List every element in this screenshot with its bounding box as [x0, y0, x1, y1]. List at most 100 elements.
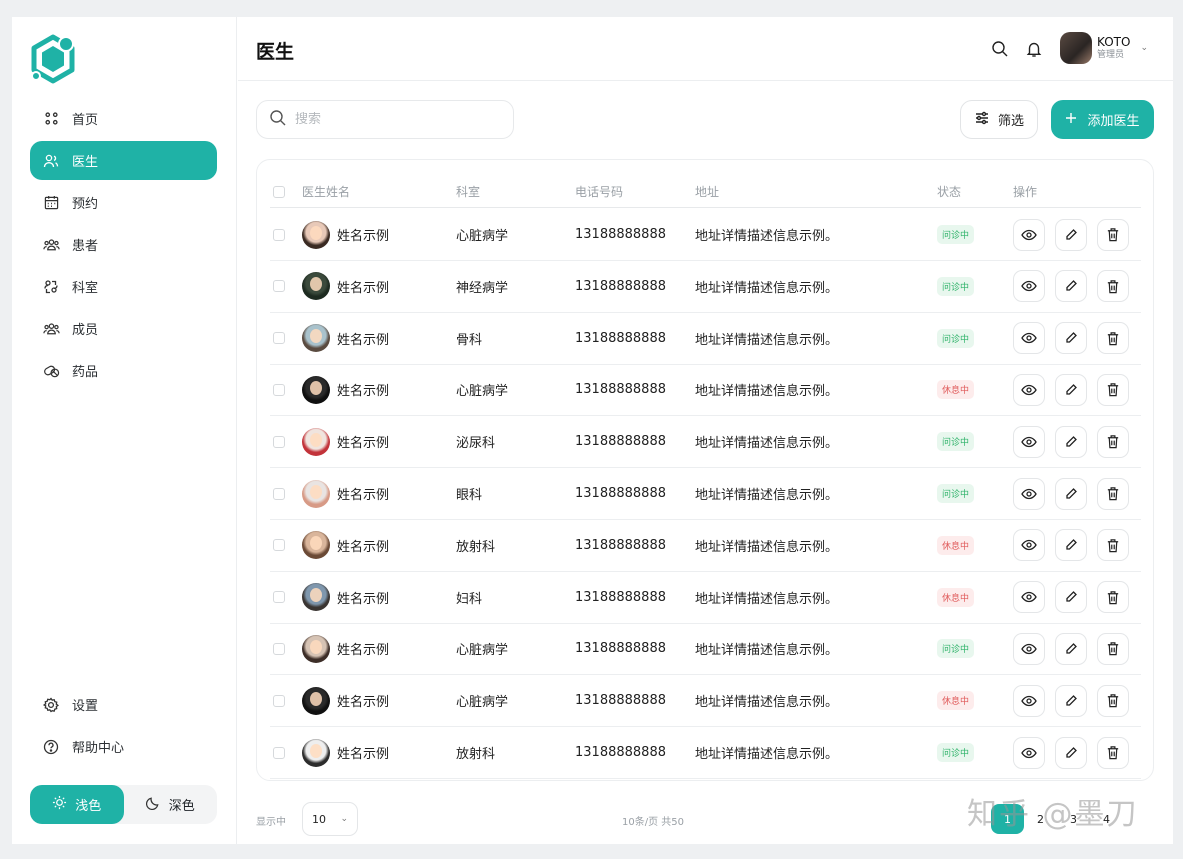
delete-button[interactable] — [1097, 529, 1129, 562]
column-header-dept: 科室 — [456, 185, 481, 199]
view-button[interactable] — [1013, 581, 1045, 614]
user-menu[interactable]: KOTO 管理员 ⌄ — [1060, 32, 1148, 64]
column-header-ops: 操作 — [1013, 185, 1038, 199]
edit-button[interactable] — [1055, 425, 1087, 458]
view-button[interactable] — [1013, 477, 1045, 510]
edit-button[interactable] — [1055, 529, 1087, 562]
view-button[interactable] — [1013, 632, 1045, 665]
row-checkbox[interactable] — [273, 746, 285, 759]
table-row[interactable]: 姓名示例 妇科 13188888888 地址详情描述信息示例。 休息中 — [270, 572, 1141, 624]
table-row[interactable]: 姓名示例 眼科 13188888888 地址详情描述信息示例。 问诊中 — [270, 468, 1141, 520]
search-icon — [269, 109, 287, 131]
pill-icon — [30, 363, 72, 379]
doctor-phone: 13188888888 — [575, 330, 666, 346]
doctor-dept: 放射科 — [456, 747, 496, 762]
table-row[interactable]: 姓名示例 心脏病学 13188888888 地址详情描述信息示例。 问诊中 — [270, 623, 1141, 676]
add-doctor-button[interactable]: 添加医生 — [1051, 100, 1154, 139]
search-input[interactable] — [295, 112, 495, 127]
doctor-phone: 13188888888 — [575, 486, 666, 501]
trash-icon — [1106, 693, 1120, 708]
row-checkbox[interactable] — [273, 332, 285, 345]
view-button[interactable] — [1013, 425, 1045, 458]
view-button[interactable] — [1013, 736, 1045, 769]
eye-icon — [1021, 434, 1037, 450]
doctor-name: 姓名示例 — [337, 747, 390, 762]
edit-button[interactable] — [1055, 477, 1087, 510]
theme-dark-button[interactable]: 深色 — [124, 785, 218, 824]
table-row[interactable]: 姓名示例 放射科 13188888888 地址详情描述信息示例。 问诊中 — [270, 727, 1141, 779]
sidebar-item-help[interactable]: 帮助中心 — [30, 727, 217, 766]
view-button[interactable] — [1013, 529, 1045, 562]
delete-button[interactable] — [1097, 684, 1129, 717]
row-checkbox[interactable] — [273, 280, 285, 293]
sidebar-item-settings[interactable]: 设置 — [30, 685, 217, 724]
row-checkbox[interactable] — [273, 642, 285, 655]
table-row[interactable]: 姓名示例 放射科 13188888888 地址详情描述信息示例。 休息中 — [270, 520, 1141, 572]
sidebar-item-5[interactable]: 成员 — [30, 309, 217, 348]
doctor-dept: 骨科 — [456, 332, 483, 348]
table-row[interactable]: 姓名示例 心脏病学 13188888888 地址详情描述信息示例。 休息中 — [270, 364, 1141, 417]
search-icon[interactable] — [990, 39, 1010, 59]
pencil-icon — [1064, 746, 1078, 760]
view-button[interactable] — [1013, 373, 1045, 406]
bell-icon[interactable] — [1024, 39, 1044, 59]
delete-button[interactable] — [1097, 581, 1129, 614]
doctor-address: 地址详情描述信息示例。 — [695, 539, 839, 555]
table-row[interactable]: 姓名示例 神经病学 13188888888 地址详情描述信息示例。 问诊中 — [270, 261, 1141, 313]
doctor-dept: 妇科 — [456, 591, 483, 607]
sidebar-item-4[interactable]: 科室 — [30, 267, 217, 306]
sidebar-item-3[interactable]: 患者 — [30, 225, 217, 264]
sidebar-nav: 首页 医生 预约 患者 科室 成员 药品 — [30, 99, 217, 393]
theme-light-label: 浅色 — [75, 799, 102, 814]
delete-button[interactable] — [1097, 218, 1129, 251]
doctor-address: 地址详情描述信息示例。 — [695, 384, 839, 400]
edit-button[interactable] — [1055, 373, 1087, 406]
table-row[interactable]: 姓名示例 骨科 13188888888 地址详情描述信息示例。 问诊中 — [270, 313, 1141, 365]
page-size-select[interactable]: 10 ⌄ — [302, 802, 358, 836]
row-checkbox[interactable] — [273, 539, 285, 552]
sidebar-item-2[interactable]: 预约 — [30, 183, 217, 222]
user-role: 管理员 — [1097, 50, 1125, 60]
theme-dark-label: 深色 — [168, 799, 195, 814]
doctor-phone: 13188888888 — [575, 537, 666, 553]
table-row[interactable]: 姓名示例 心脏病学 13188888888 地址详情描述信息示例。 休息中 — [270, 675, 1141, 728]
edit-button[interactable] — [1055, 218, 1087, 251]
sidebar-item-1[interactable]: 医生 — [30, 141, 217, 180]
edit-button[interactable] — [1055, 684, 1087, 717]
delete-button[interactable] — [1097, 373, 1129, 406]
filter-button[interactable]: 筛选 — [960, 100, 1038, 139]
select-all-checkbox[interactable] — [273, 185, 285, 198]
delete-button[interactable] — [1097, 477, 1129, 510]
pencil-icon — [1064, 538, 1078, 552]
delete-button[interactable] — [1097, 322, 1129, 355]
row-checkbox[interactable] — [273, 228, 285, 241]
delete-button[interactable] — [1097, 425, 1129, 458]
row-checkbox[interactable] — [273, 591, 285, 604]
delete-button[interactable] — [1097, 736, 1129, 769]
row-checkbox[interactable] — [273, 694, 285, 707]
edit-button[interactable] — [1055, 632, 1087, 665]
view-button[interactable] — [1013, 322, 1045, 355]
view-button[interactable] — [1013, 270, 1045, 303]
delete-button[interactable] — [1097, 632, 1129, 665]
table-row[interactable]: 姓名示例 泌尿科 13188888888 地址详情描述信息示例。 问诊中 — [270, 416, 1141, 469]
sidebar-item-0[interactable]: 首页 — [30, 99, 217, 138]
edit-button[interactable] — [1055, 736, 1087, 769]
row-checkbox[interactable] — [273, 383, 285, 396]
theme-light-button[interactable]: 浅色 — [30, 785, 124, 824]
edit-button[interactable] — [1055, 581, 1087, 614]
watermark: 知乎 @墨刀 — [967, 797, 1139, 832]
sidebar-item-6[interactable]: 药品 — [30, 351, 217, 390]
table-row[interactable]: 姓名示例 心脏病学 13188888888 地址详情描述信息示例。 问诊中 — [270, 209, 1141, 261]
avatar — [302, 220, 330, 249]
edit-button[interactable] — [1055, 322, 1087, 355]
edit-button[interactable] — [1055, 270, 1087, 303]
eye-icon — [1021, 745, 1037, 761]
sidebar-item-label: 设置 — [72, 699, 99, 714]
view-button[interactable] — [1013, 218, 1045, 251]
delete-button[interactable] — [1097, 270, 1129, 303]
view-button[interactable] — [1013, 684, 1045, 717]
hexagon-logo-icon[interactable] — [28, 34, 78, 84]
row-checkbox[interactable] — [273, 435, 285, 448]
row-checkbox[interactable] — [273, 487, 285, 500]
